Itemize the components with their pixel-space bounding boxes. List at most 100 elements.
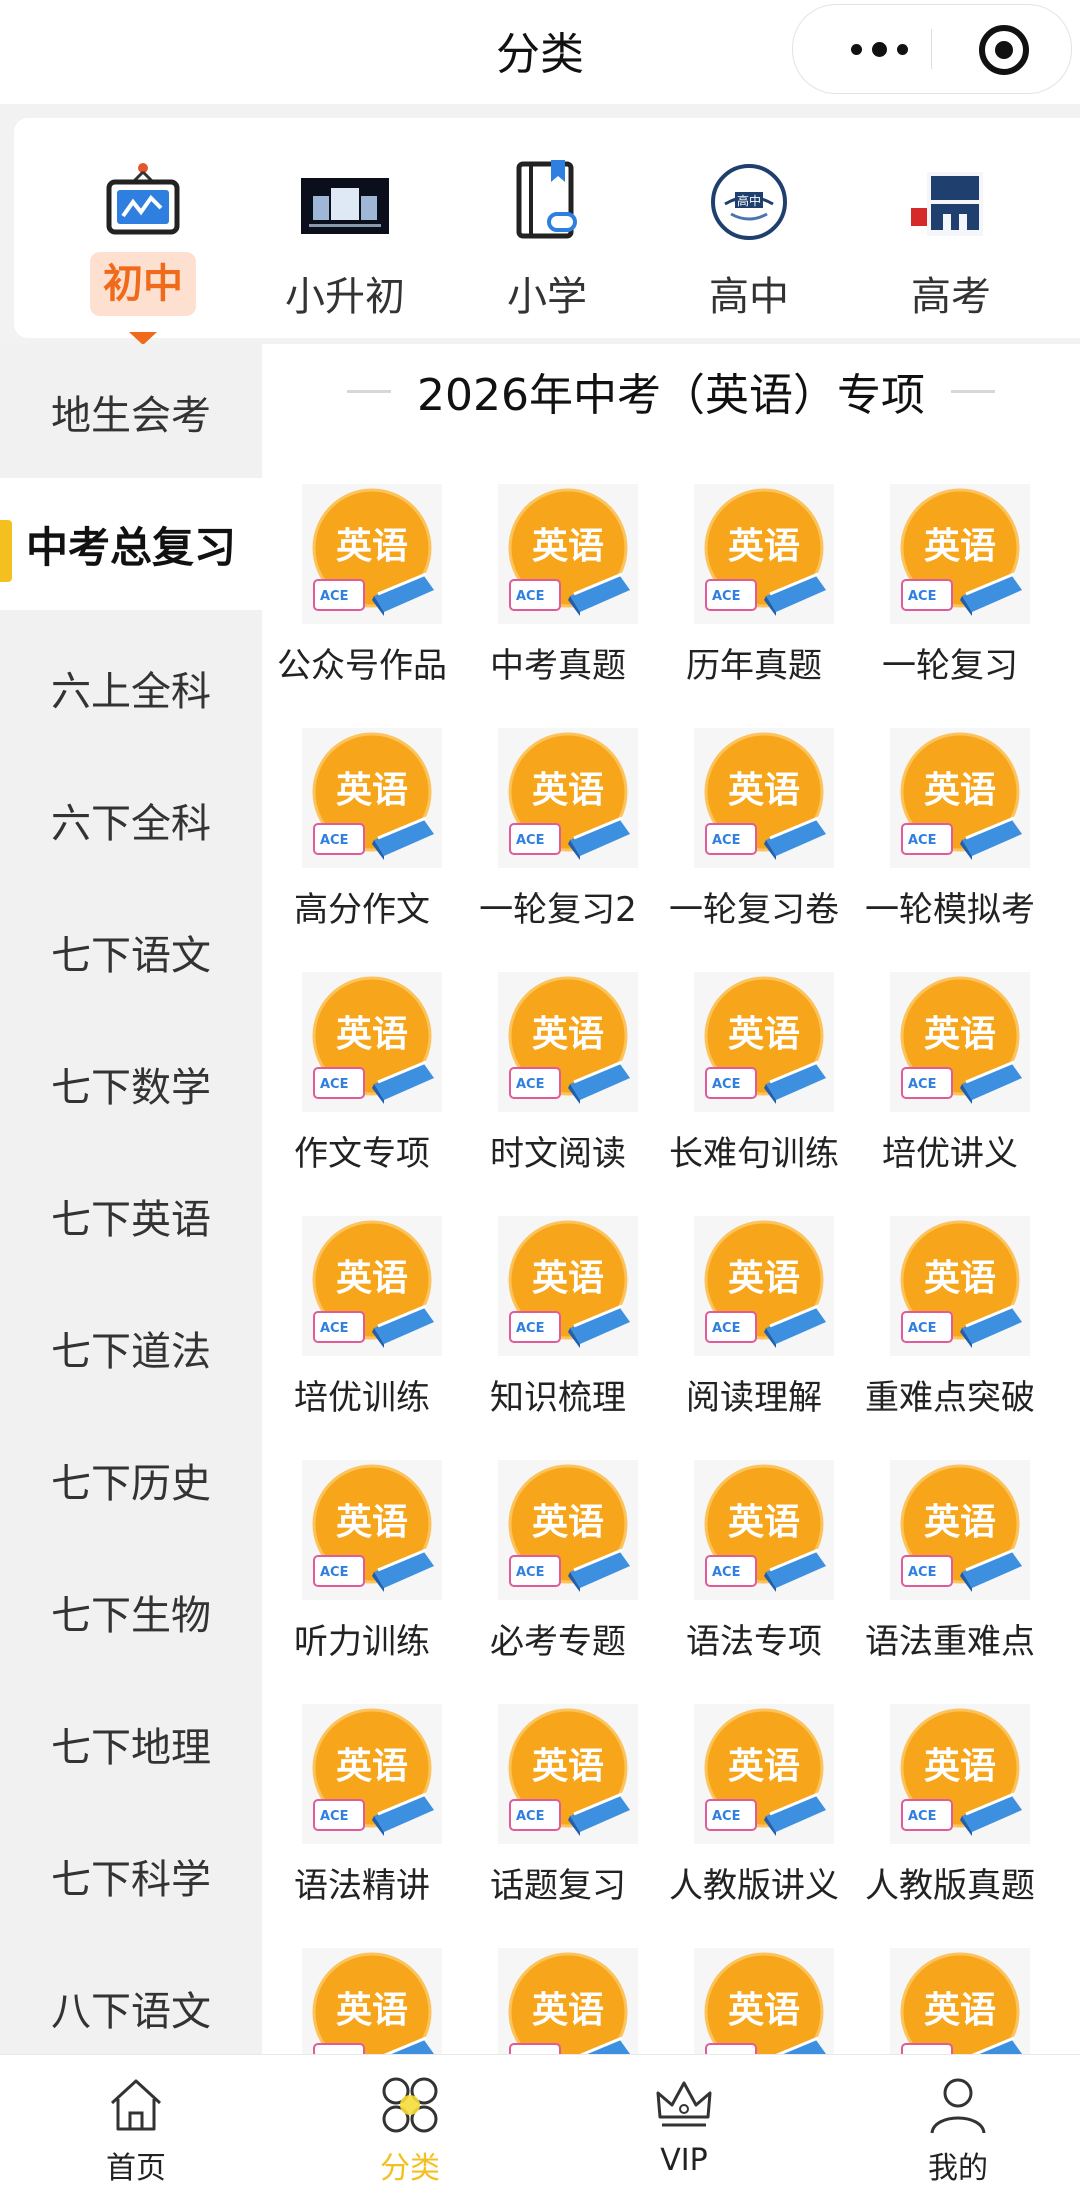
resource-item[interactable]: ACE 英语 语法精讲 (262, 1704, 462, 1944)
sidebar-item[interactable]: 七下道法 (0, 1282, 262, 1414)
resource-item[interactable]: ACE 英语 知识梳理 (458, 1216, 658, 1456)
resource-item[interactable]: ACE 英语 时文阅读 (458, 972, 658, 1212)
tab-category[interactable]: 分类 (310, 2073, 510, 2193)
english-badge-icon: ACE英语 (890, 1704, 1030, 1844)
badge-text: 英语 (336, 1014, 408, 1055)
resource-item[interactable]: ACE英语 (458, 1948, 658, 2054)
user-icon (930, 2078, 986, 2134)
english-badge-icon: ACE英语 (890, 1216, 1030, 1356)
sidebar-item[interactable]: 七下历史 (0, 1414, 262, 1546)
resource-item[interactable]: ACE 英语阅读理解 (654, 1216, 854, 1456)
resource-item[interactable]: ACE 英语 中考真题 (458, 484, 658, 724)
sidebar-item[interactable]: 六上全科 (0, 622, 262, 754)
resource-item-label: 人教版真题 (865, 1866, 1035, 1906)
resource-item[interactable]: ACE 英语 人教版讲义 (654, 1704, 854, 1944)
svg-text:ACE: ACE (320, 1565, 348, 1580)
badge-text: 英语 (924, 1746, 996, 1787)
resource-item[interactable]: ACE 英语 重难点突破 (850, 1216, 1050, 1456)
resource-item[interactable]: ACE英语 (262, 1948, 462, 2054)
tab-label: 首页 (106, 2151, 166, 2186)
english-badge-icon: ACE英语 (498, 1704, 638, 1844)
resource-item[interactable]: ACE 英语 一轮复习2 (458, 728, 658, 968)
resource-item[interactable]: ACE 英语语法重难点 (850, 1460, 1050, 1700)
tab-gaokao[interactable]: 高考 (866, 148, 1036, 348)
section-title: 2026年中考（英语）专项 (262, 356, 1080, 426)
resource-item[interactable]: ACE英语 (850, 1948, 1050, 2054)
tab-label: 高中 (709, 274, 789, 320)
resource-item[interactable]: ACE 英语 历年真题 (654, 484, 854, 724)
tab-primary-to-junior[interactable]: 小升初 (260, 148, 430, 348)
svg-text:ACE: ACE (320, 1809, 348, 1824)
svg-text:ACE: ACE (516, 1077, 544, 1092)
resource-item[interactable]: ACE 英语人教版真题 (850, 1704, 1050, 1944)
sidebar-item[interactable]: 地生会考 (0, 346, 262, 478)
resource-item[interactable]: ACE 英语 高分作文 (262, 728, 462, 968)
resource-item[interactable]: ACE 英语 一轮复习 (850, 484, 1050, 724)
badge-text: 英语 (924, 1014, 996, 1055)
resource-item[interactable]: ACE 英语 必考专题 (458, 1460, 658, 1700)
tab-vip[interactable]: VIP (584, 2073, 784, 2193)
resource-item[interactable]: ACE 英语 一轮复习卷 (654, 728, 854, 968)
sidebar-item-label: 七下历史 (51, 1461, 211, 1507)
tab-senior-high[interactable]: 高中 高中 (664, 148, 834, 348)
resource-item[interactable]: ACE 英语 作文专项 (262, 972, 462, 1212)
more-icon[interactable] (831, 31, 927, 67)
badge-text: 英语 (728, 526, 800, 567)
resource-item[interactable]: ACE 英语 语法专项 (654, 1460, 854, 1700)
top-navbar: 分类 (0, 0, 1080, 104)
gaokao-emblem-icon (911, 172, 983, 236)
school-photo-icon (301, 178, 389, 234)
sidebar-item[interactable]: 七下英语 (0, 1150, 262, 1282)
badge-text: 英语 (924, 1990, 996, 2031)
tab-home[interactable]: 首页 (36, 2073, 236, 2193)
resource-item-label: 语法重难点 (865, 1622, 1035, 1662)
badge-text: 英语 (532, 1990, 604, 2031)
sidebar-item[interactable]: 七下地理 (0, 1678, 262, 1810)
tab-label: 我的 (928, 2151, 988, 2186)
svg-text:ACE: ACE (320, 1321, 348, 1336)
svg-text:ACE: ACE (320, 833, 348, 848)
section-title-text: 2026年中考（英语）专项 (417, 370, 925, 421)
resource-item-label: 一轮复习卷 (669, 890, 839, 930)
resource-item[interactable]: ACE 英语 话题复习 (458, 1704, 658, 1944)
badge-text: 英语 (532, 526, 604, 567)
english-badge-icon: ACE英语 (498, 972, 638, 1112)
sidebar-item[interactable]: 七下语文 (0, 886, 262, 1018)
svg-text:ACE: ACE (908, 589, 936, 604)
resource-item-label: 培优训练 (294, 1378, 430, 1418)
sidebar-item[interactable]: 七下科学 (0, 1810, 262, 1942)
title-divider-right (950, 389, 995, 393)
sidebar-item[interactable]: 八下语文 (0, 1942, 262, 2054)
resource-item[interactable]: ACE英语 (654, 1948, 854, 2054)
english-badge-icon: ACE英语 (694, 1216, 834, 1356)
resource-item-label: 知识梳理 (490, 1378, 626, 1418)
badge-text: 英语 (924, 526, 996, 567)
sidebar-item[interactable]: 六下全科 (0, 754, 262, 886)
tab-mine[interactable]: 我的 (858, 2073, 1058, 2193)
category-sidebar: 地生会考 中考总复习 六上全科 六下全科 七下语文 七下数学 七下英语 七下道法… (0, 344, 262, 2054)
sidebar-item-active[interactable]: 中考总复习 (0, 478, 262, 610)
sidebar-item[interactable]: 七下数学 (0, 1018, 262, 1150)
svg-text:高中: 高中 (737, 193, 761, 208)
resource-item[interactable]: ACE 英语 听力训练 (262, 1460, 462, 1700)
resource-item[interactable]: ACE 英语 长难句训练 (654, 972, 854, 1212)
resource-item[interactable]: ACE 英语 培优训练 (262, 1216, 462, 1456)
english-badge-icon: ACE英语 (302, 728, 442, 868)
english-badge-icon: ACE英语 (890, 1460, 1030, 1600)
badge-text: 英语 (728, 1502, 800, 1543)
resource-item-label: 阅读理解 (686, 1378, 822, 1418)
tab-label: 初中 (90, 252, 196, 316)
english-badge-icon: ACE英语 (498, 1460, 638, 1600)
resource-item[interactable]: ACE 英语 培优讲义 (850, 972, 1050, 1212)
badge-text: 英语 (336, 1990, 408, 2031)
crown-icon (656, 2081, 712, 2127)
tab-junior-high[interactable]: 初中 (58, 148, 228, 348)
close-target-icon[interactable] (979, 25, 1029, 75)
resource-item[interactable]: ACE 英语 一轮模拟考 (850, 728, 1050, 968)
tab-primary[interactable]: 小学 (462, 148, 632, 348)
english-badge-icon: ACE英语 (694, 1948, 834, 2054)
sidebar-item[interactable]: 七下生物 (0, 1546, 262, 1678)
resource-item[interactable]: ACE 英语 公众号作品 (262, 484, 462, 724)
capsule-divider (931, 29, 932, 69)
badge-text: 英语 (532, 1258, 604, 1299)
